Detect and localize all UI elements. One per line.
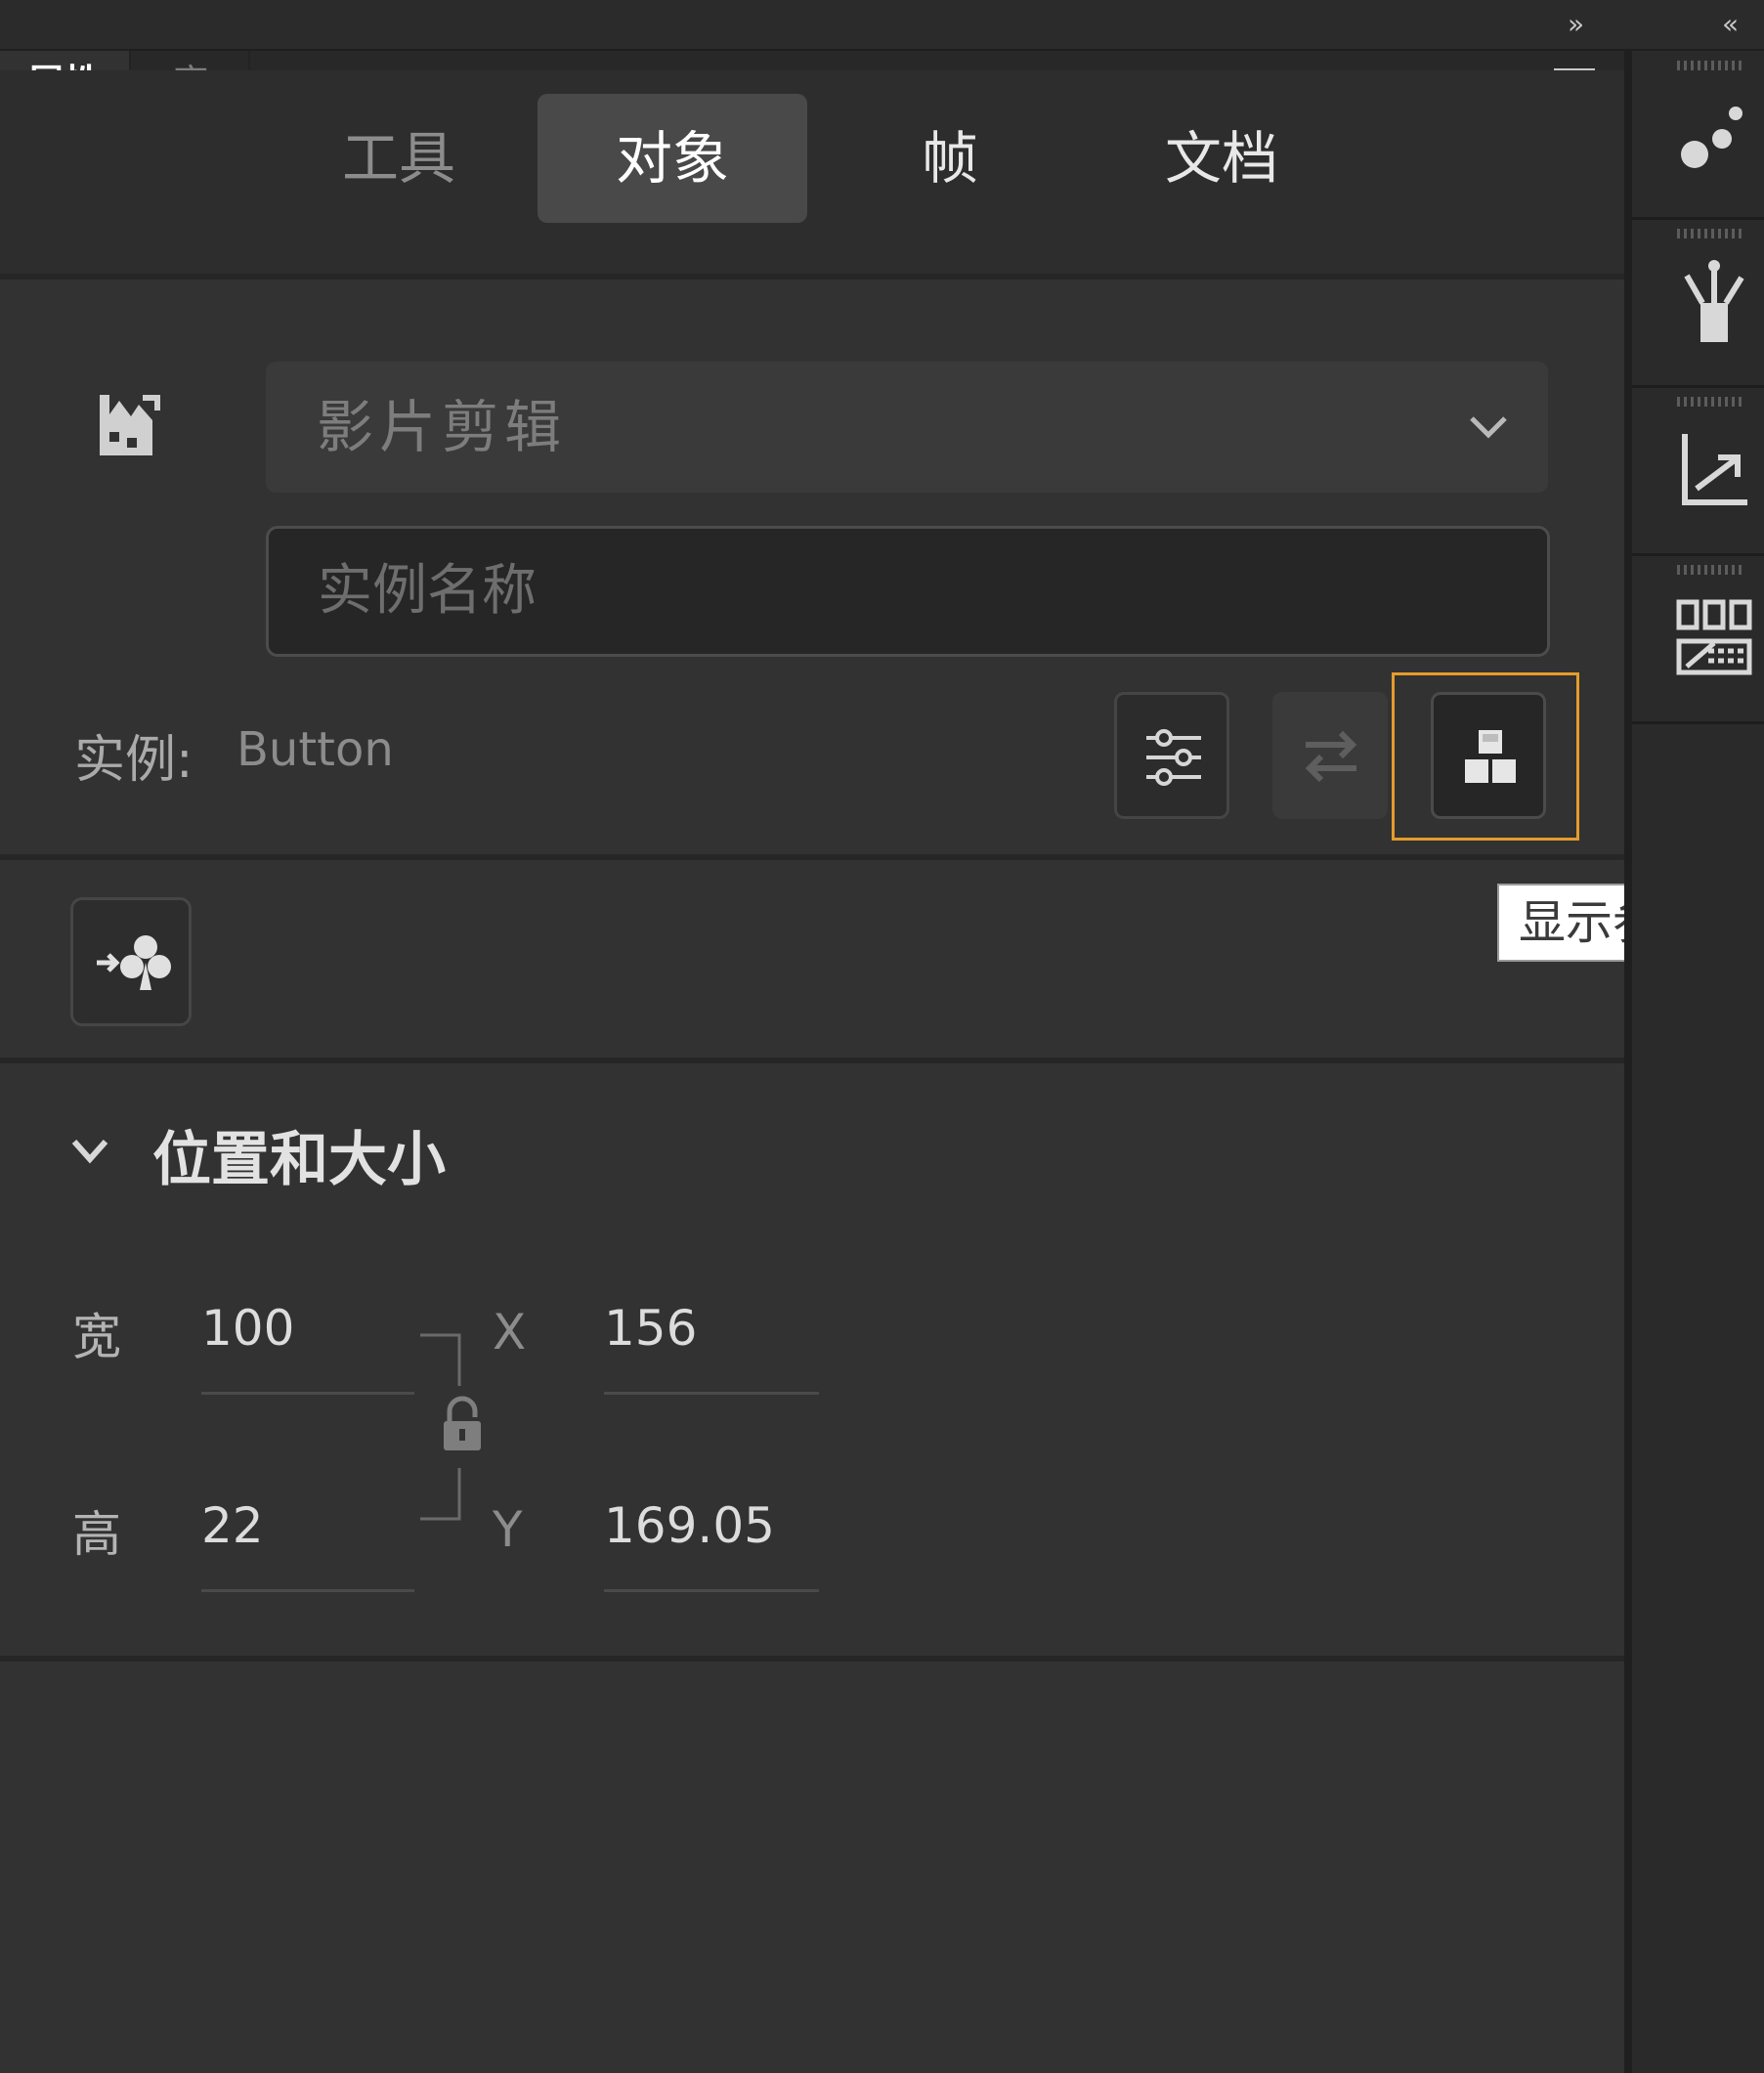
collapse-panels-icon[interactable]: « <box>1722 0 1739 49</box>
brush-library-icon <box>1684 260 1744 342</box>
height-input-underline <box>201 1589 414 1592</box>
top-strip: » « <box>0 0 1764 51</box>
dock-item-brush-library[interactable] <box>1632 219 1764 388</box>
show-parameters-button[interactable] <box>1431 692 1546 819</box>
y-input[interactable]: 169.05 <box>604 1497 775 1554</box>
height-input[interactable]: 22 <box>201 1497 264 1554</box>
drag-grip[interactable] <box>1677 397 1742 407</box>
dock-item-motion-editor[interactable] <box>1632 387 1764 556</box>
constrain-proportions-lock-icon[interactable] <box>440 1396 485 1458</box>
y-input-underline <box>604 1589 819 1592</box>
dock-item-motion-presets[interactable] <box>1632 51 1764 220</box>
height-label: 高 <box>72 1506 121 1563</box>
symbol-type-value: 影片剪辑 <box>317 394 568 460</box>
drag-grip[interactable] <box>1677 61 1742 70</box>
swap-icon <box>1305 730 1357 783</box>
components-stack-icon <box>1465 730 1516 783</box>
swap-symbol-button[interactable] <box>1272 692 1388 819</box>
expand-panels-icon[interactable]: » <box>1568 0 1584 49</box>
instance-label: 实例: <box>74 731 194 790</box>
x-input[interactable]: 156 <box>604 1300 697 1357</box>
chevron-down-icon <box>1466 405 1511 450</box>
add-component-button[interactable] <box>70 897 192 1026</box>
dock-item-components[interactable] <box>1632 555 1764 724</box>
drag-grip[interactable] <box>1677 229 1742 238</box>
drag-grip[interactable] <box>1677 565 1742 575</box>
tab-document[interactable]: 文档 <box>1087 94 1356 223</box>
motion-presets-icon <box>1681 107 1742 168</box>
section-divider <box>0 1656 1624 1662</box>
sliders-icon <box>1146 729 1201 786</box>
components-icon <box>1676 599 1752 675</box>
movie-clip-icon <box>96 391 164 463</box>
tab-tools[interactable]: 工具 <box>264 94 534 223</box>
right-panel-dock <box>1624 51 1764 2073</box>
width-input[interactable]: 100 <box>201 1300 294 1357</box>
y-label: Y <box>493 1501 523 1558</box>
section-title-position-size: 位置和大小 <box>152 1126 446 1194</box>
edit-properties-button[interactable] <box>1114 692 1229 819</box>
instance-name-input[interactable]: 实例名称 <box>266 526 1550 657</box>
tab-object[interactable]: 对象 <box>538 94 807 223</box>
tab-frame[interactable]: 帧 <box>815 94 1085 223</box>
x-label: X <box>493 1304 527 1360</box>
section-collapse-chevron-icon[interactable] <box>68 1132 111 1171</box>
width-label: 宽 <box>72 1309 121 1365</box>
property-category-tabs <box>0 70 1624 280</box>
x-input-underline <box>604 1392 819 1395</box>
instance-symbol-name: Button <box>237 722 394 777</box>
section-divider <box>0 854 1624 860</box>
instance-name-placeholder: 实例名称 <box>318 559 537 623</box>
section-divider <box>0 1058 1624 1063</box>
club-icon <box>97 935 171 990</box>
symbol-type-dropdown[interactable]: 影片剪辑 <box>266 362 1548 493</box>
motion-editor-icon <box>1682 434 1747 505</box>
width-input-underline <box>201 1392 414 1395</box>
